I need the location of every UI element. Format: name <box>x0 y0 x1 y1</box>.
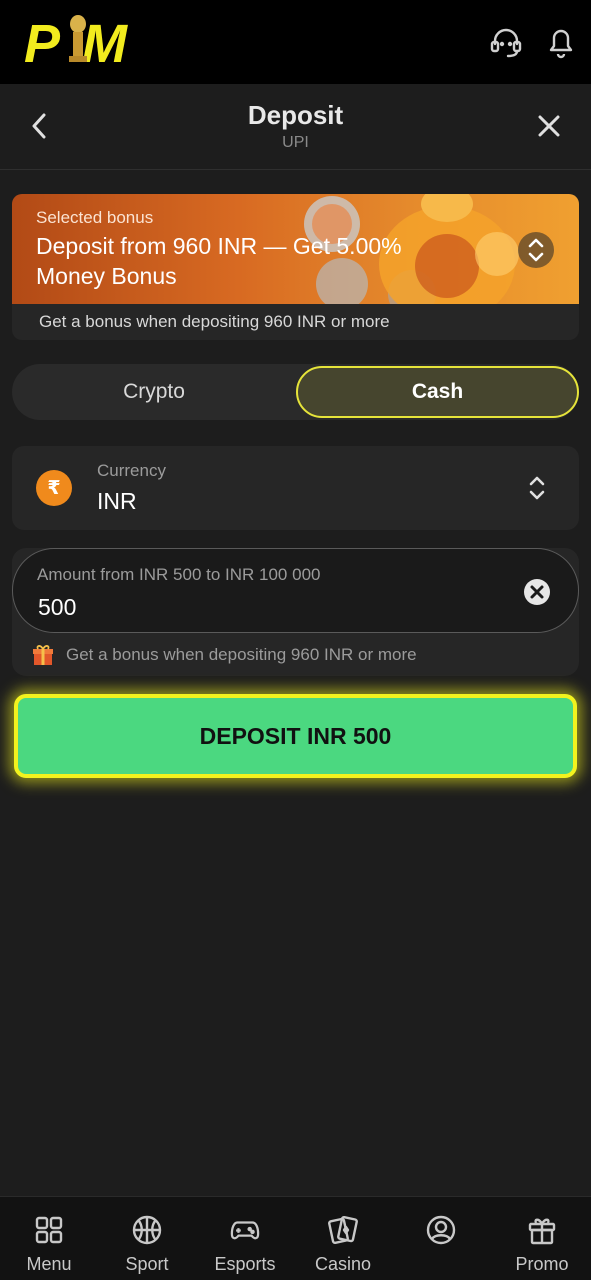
svg-text:M: M <box>82 14 128 70</box>
gift-icon <box>527 1215 557 1245</box>
basketball-icon <box>132 1215 162 1245</box>
currency-value: INR <box>97 488 137 514</box>
nav-label: Esports <box>214 1254 276 1274</box>
support-icon[interactable] <box>486 22 526 62</box>
tab-cash[interactable]: Cash <box>296 366 579 418</box>
grid-icon <box>34 1215 64 1245</box>
currency-label: Currency <box>97 461 166 480</box>
tab-crypto[interactable]: Crypto <box>12 364 296 420</box>
bonus-selector-button[interactable] <box>518 232 554 268</box>
page-title: Deposit <box>247 100 344 130</box>
page-subtitle: UPI <box>282 134 309 151</box>
chevron-up-down-icon <box>522 470 552 506</box>
svg-text:P: P <box>24 14 61 70</box>
selected-bonus-card[interactable]: Selected bonus Deposit from 960 INR — Ge… <box>12 194 579 340</box>
amount-value[interactable]: 500 <box>38 594 76 621</box>
nav-label: Sport <box>125 1254 169 1274</box>
profile-icon <box>426 1215 456 1245</box>
top-bar: P M <box>0 0 591 84</box>
clear-icon <box>524 579 550 605</box>
nav-label: Promo <box>515 1254 569 1274</box>
nav-profile[interactable] <box>392 1197 490 1280</box>
nav-promo[interactable]: Promo <box>493 1197 591 1280</box>
rupee-icon: ₹ <box>36 470 72 506</box>
nav-esports[interactable]: Esports <box>196 1197 294 1280</box>
bottom-nav: Menu Sport Esports Casino Promo <box>0 1196 591 1280</box>
gift-icon <box>33 645 53 665</box>
currency-selector[interactable]: ₹ Currency INR <box>12 446 579 530</box>
nav-label: Casino <box>314 1254 372 1274</box>
payment-type-toggle: Crypto Cash <box>12 364 579 420</box>
bonus-banner: Selected bonus Deposit from 960 INR — Ge… <box>12 194 579 304</box>
pm-logo[interactable]: P M <box>22 8 152 70</box>
nav-label: Menu <box>26 1254 72 1274</box>
amount-input[interactable]: Amount from INR 500 to INR 100 000 500 <box>12 548 579 633</box>
cards-icon <box>328 1215 358 1245</box>
bonus-label: Selected bonus <box>36 208 154 227</box>
page-header: Deposit UPI <box>0 84 591 170</box>
close-icon <box>538 115 560 137</box>
nav-casino[interactable]: Casino <box>294 1197 392 1280</box>
deposit-button[interactable]: DEPOSIT INR 500 <box>14 694 577 778</box>
bonus-note: Get a bonus when depositing 960 INR or m… <box>39 312 390 331</box>
bonus-title: Deposit from 960 INR — Get 5.00% Money B… <box>36 233 402 289</box>
amount-section: Amount from INR 500 to INR 100 000 500 G… <box>12 548 579 676</box>
notifications-bell-icon[interactable] <box>541 22 581 62</box>
amount-label: Amount from INR 500 to INR 100 000 <box>37 565 321 584</box>
nav-sport[interactable]: Sport <box>98 1197 196 1280</box>
clear-amount-button[interactable] <box>522 577 552 607</box>
nav-menu[interactable]: Menu <box>0 1197 98 1280</box>
gamepad-icon <box>230 1215 260 1245</box>
chevron-up-down-icon <box>528 238 544 262</box>
close-button[interactable] <box>530 106 568 146</box>
amount-bonus-note: Get a bonus when depositing 960 INR or m… <box>66 645 417 664</box>
